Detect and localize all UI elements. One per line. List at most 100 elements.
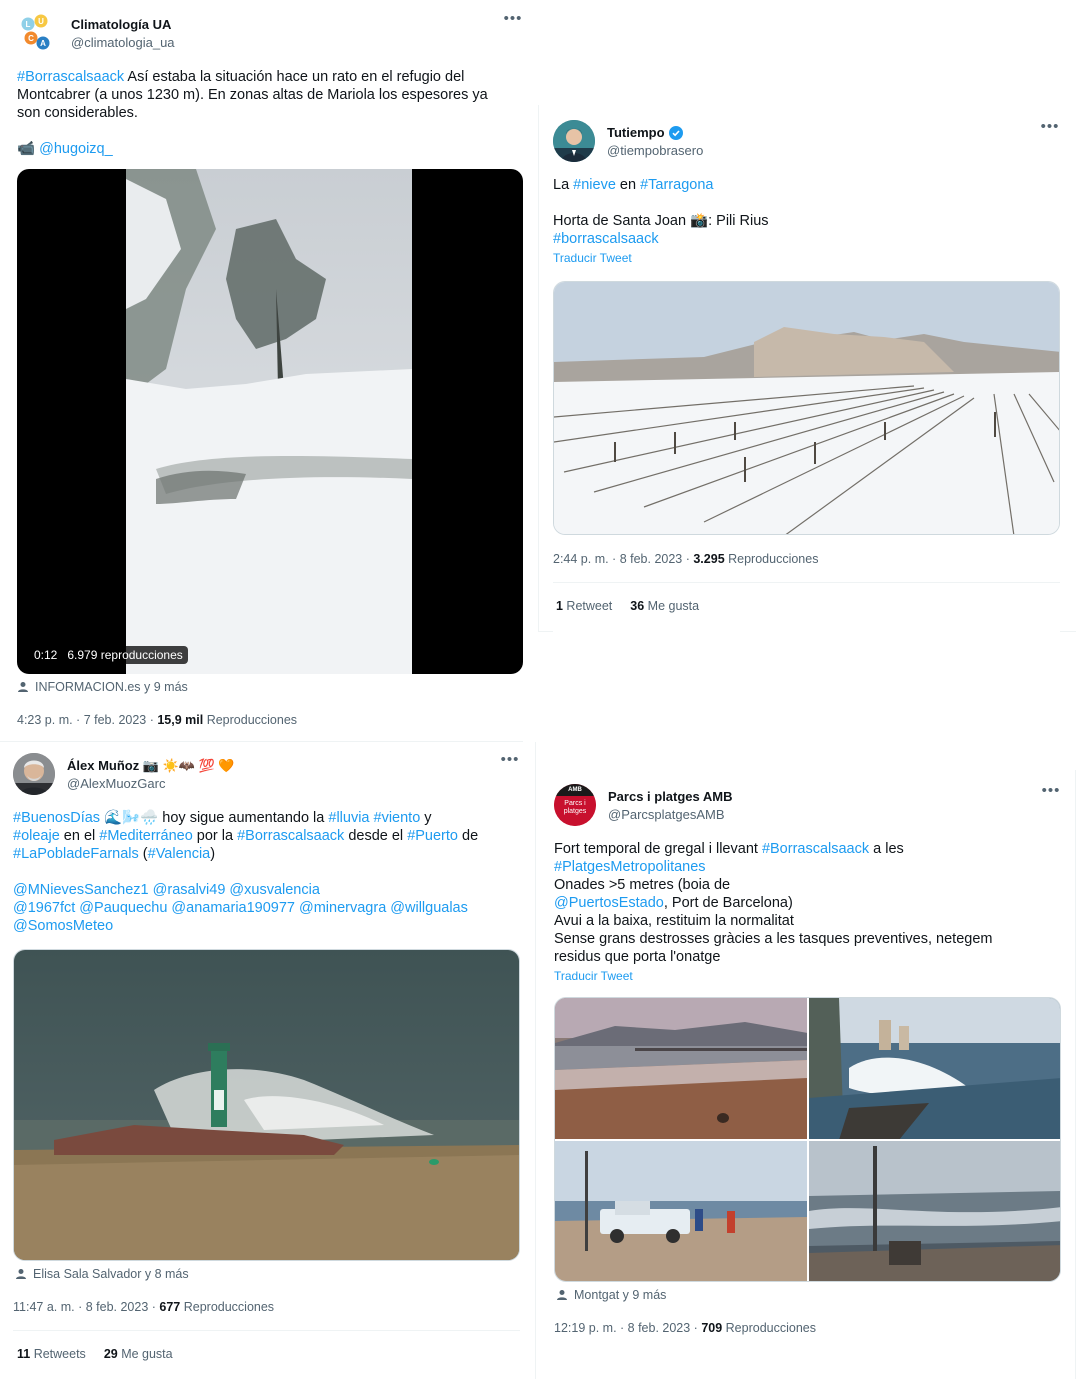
tweet-header: Álex Muñoz 📷 ☀️🦇 💯 🧡 @AlexMuozGarc ••• (13, 752, 520, 809)
weather-emoji-icons: 🌊🌬️🌧️ (100, 810, 163, 826)
views-count: 15,9 mil (157, 713, 204, 727)
author-handle[interactable]: @AlexMuozGarc (67, 775, 235, 793)
author-name[interactable]: Álex Muñoz 📷 ☀️🦇 💯 🧡 (67, 757, 235, 775)
photo-beach-pickup-truck[interactable] (555, 1140, 807, 1281)
author-handle[interactable]: @ParcsplatgesAMB (608, 806, 733, 824)
person-icon (557, 1290, 567, 1300)
video-thumbnail-snowy-forest (126, 169, 412, 674)
retweets-count[interactable]: 11 Retweets (17, 1347, 86, 1361)
hashtag-link[interactable]: #PlatgesMetropolitanes (554, 859, 706, 875)
likes-count[interactable]: 29 Me gusta (104, 1347, 173, 1361)
person-icon (16, 1269, 26, 1279)
tweet-parcs-platges[interactable]: AMB Parcs i platges Parcs i platges AMB … (554, 783, 1061, 1344)
photo-stormy-sea-post[interactable] (808, 1140, 1060, 1281)
mentions-line[interactable]: @1967fct @Pauquechu @anamaria190977 @min… (13, 899, 520, 917)
tweet-text: Fort temporal de gregal i llevant #Borra… (554, 841, 993, 965)
tweet-meta: 11:47 a. m. · 8 feb. 2023 · 677 Reproduc… (13, 1300, 275, 1314)
author-handle[interactable]: @climatologia_ua (71, 34, 175, 52)
tweet-tutiempo[interactable]: Tutiempo @tiempobrasero ••• La #nieve en… (553, 119, 1060, 632)
translate-tweet-link[interactable]: Traducir Tweet (554, 968, 1061, 984)
tweet-header: L U C A Climatología UA @climatologia_ua… (17, 11, 523, 68)
tagged-users[interactable]: Montgat y 9 más (556, 1288, 666, 1302)
svg-text:A: A (40, 39, 46, 48)
hashtag-link[interactable]: #Borrascalsaack (237, 828, 344, 844)
likes-count[interactable]: 36 Me gusta (630, 599, 699, 613)
tweet-image-grid (554, 997, 1061, 1282)
author-name[interactable]: Parcs i platges AMB (608, 788, 733, 806)
retweets-count[interactable]: 1 Retweet (556, 599, 612, 613)
divider (535, 742, 536, 1379)
svg-text:U: U (38, 17, 44, 26)
tagged-users[interactable]: Elisa Sala Salvador y 8 más (15, 1267, 189, 1281)
hashtag-link[interactable]: #BuenosDías (13, 810, 100, 826)
mention-link[interactable]: @PuertosEstado (554, 895, 664, 911)
hashtag-link[interactable]: #LaPobladeFarnals (13, 846, 139, 862)
hashtag-link[interactable]: #Valencia (148, 846, 211, 862)
hashtag-link[interactable]: #Mediterráneo (99, 828, 193, 844)
mentions-line[interactable]: @MNievesSanchez1 @rasalvi49 @xusvalencia (13, 881, 520, 899)
views-count: 677 (159, 1300, 181, 1314)
author-name[interactable]: Tutiempo (607, 124, 703, 142)
author-name[interactable]: Climatología UA (71, 16, 175, 34)
hashtag-link[interactable]: #Borrascalsaack (762, 841, 869, 857)
tweet-climatologia[interactable]: L U C A Climatología UA @climatologia_ua… (17, 11, 523, 732)
mentions-line[interactable]: @SomosMeteo (13, 917, 520, 935)
svg-text:C: C (28, 34, 34, 43)
tweet-meta: 2:44 p. m. · 8 feb. 2023 · 3.295 Reprodu… (553, 552, 819, 566)
tweet-meta: 4:23 p. m. · 7 feb. 2023 · 15,9 mil Repr… (17, 713, 298, 727)
hashtag-link[interactable]: #Borrascalsaack (17, 69, 124, 85)
timestamp[interactable]: 11:47 a. m. · 8 feb. 2023 · (13, 1300, 159, 1314)
tweet-text: #BuenosDías 🌊🌬️🌧️ hoy sigue aumentando l… (13, 809, 520, 935)
author-handle[interactable]: @tiempobrasero (607, 142, 703, 160)
verified-badge-icon (668, 126, 683, 140)
engagement-stats: 1 Retweet 36 Me gusta (556, 599, 699, 613)
tweet-image[interactable] (13, 949, 520, 1261)
timestamp[interactable]: 4:23 p. m. · 7 feb. 2023 · (17, 713, 157, 727)
timestamp[interactable]: 12:19 p. m. · 8 feb. 2023 · (554, 1321, 701, 1335)
photo-stormy-lighthouse (14, 950, 519, 1260)
tweet-meta: 12:19 p. m. · 8 feb. 2023 · 709 Reproduc… (554, 1321, 816, 1335)
more-options-icon[interactable]: ••• (500, 752, 520, 773)
hashtag-link[interactable]: #Tarragona (640, 177, 713, 193)
views-count: 709 (701, 1321, 723, 1335)
tweet-image[interactable] (553, 281, 1060, 535)
tweet-header: Tutiempo @tiempobrasero ••• (553, 119, 1060, 176)
avatar[interactable]: L U C A (17, 12, 59, 54)
translate-tweet-link[interactable]: Traducir Tweet (553, 250, 1060, 266)
divider (553, 582, 1060, 583)
hashtag-link[interactable]: #lluvia (328, 810, 369, 826)
views-count: 3.295 (693, 552, 725, 566)
photo-beach-pier[interactable] (555, 998, 807, 1139)
hashtag-link[interactable]: #viento (374, 810, 421, 826)
avatar-logo-text: AMB Parcs i platges (563, 787, 587, 815)
avatar[interactable] (13, 753, 55, 795)
video-player[interactable]: 0:12 6.979 reproducciones (17, 169, 523, 674)
hashtag-link[interactable]: #borrascalsaack (553, 231, 659, 247)
more-options-icon[interactable]: ••• (503, 11, 523, 32)
person-icon (18, 682, 28, 692)
video-overlay: 0:12 6.979 reproducciones (29, 646, 188, 664)
photo-snowy-vineyard (554, 282, 1059, 534)
divider (0, 741, 523, 742)
divider (13, 1330, 520, 1331)
mention-link[interactable]: @hugoizq_ (39, 141, 113, 157)
divider (538, 105, 539, 632)
tweet-alex-munoz[interactable]: Álex Muñoz 📷 ☀️🦇 💯 🧡 @AlexMuozGarc ••• #… (13, 752, 520, 1379)
hashtag-link[interactable]: #nieve (573, 177, 616, 193)
svg-text:L: L (26, 20, 31, 29)
tweet-text: La #nieve en #Tarragona Horta de Santa J… (553, 177, 769, 247)
timestamp[interactable]: 2:44 p. m. · 8 feb. 2023 · (553, 552, 693, 566)
hashtag-link[interactable]: #Puerto (407, 828, 458, 844)
tweet-text: #Borrascalsaack Así estaba la situación … (17, 69, 488, 157)
hashtag-link[interactable]: #oleaje (13, 828, 60, 844)
avatar[interactable]: AMB Parcs i platges (554, 784, 596, 826)
video-views: 6.979 reproducciones (67, 648, 183, 662)
more-options-icon[interactable]: ••• (1041, 783, 1061, 804)
more-options-icon[interactable]: ••• (1040, 119, 1060, 140)
avatar[interactable] (553, 120, 595, 162)
tagged-users[interactable]: INFORMACION.es y 9 más (17, 680, 188, 694)
divider (1075, 770, 1076, 1379)
photo-waves-promenade[interactable] (808, 998, 1060, 1139)
video-camera-icon: 📹 (17, 141, 36, 157)
tweet-header: AMB Parcs i platges Parcs i platges AMB … (554, 783, 1061, 840)
